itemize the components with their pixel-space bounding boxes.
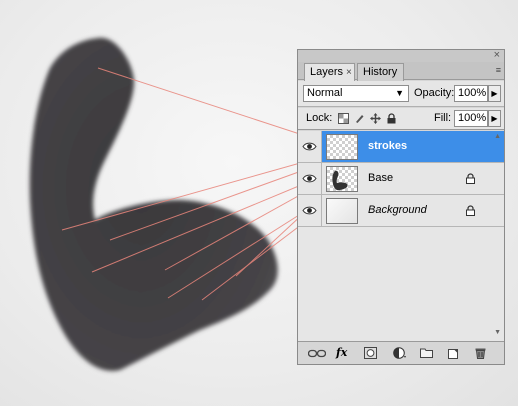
blend-mode-value: Normal [307, 87, 343, 99]
layers-list: strokes Base Background ▲ ▼ [298, 131, 504, 341]
visibility-toggle[interactable] [298, 163, 322, 194]
visibility-toggle[interactable] [298, 131, 322, 162]
eye-icon [302, 206, 317, 215]
visibility-toggle[interactable] [298, 195, 322, 226]
lock-label: Lock: [306, 112, 333, 124]
link-layers-icon[interactable] [308, 349, 326, 358]
folder-icon[interactable] [420, 347, 433, 358]
layer-thumbnail-transparent [326, 134, 358, 160]
lock-all-icon[interactable] [386, 113, 397, 124]
layer-name: strokes [368, 140, 408, 152]
scroll-down-icon[interactable]: ▼ [494, 329, 501, 336]
fill-slider-arrow-icon[interactable]: ▶ [488, 110, 501, 127]
tab-history-label: History [363, 66, 398, 78]
fill-label: Fill: [434, 112, 452, 124]
scroll-up-icon[interactable]: ▲ [494, 133, 501, 140]
tab-close-icon[interactable]: × [346, 67, 352, 78]
layer-thumbnail-white [326, 198, 358, 224]
lock-transparent-pixels-icon[interactable] [338, 113, 349, 124]
fill-input[interactable]: 100% [454, 110, 488, 127]
tab-history[interactable]: History [357, 63, 404, 81]
dropdown-caret-icon: ▼ [395, 88, 404, 98]
layer-thumbnail-shape [326, 166, 358, 192]
new-layer-icon[interactable] [448, 347, 459, 359]
layer-row-base[interactable]: Base [298, 163, 504, 195]
tab-layers[interactable]: Layers × [304, 63, 355, 81]
layer-name: Base [368, 172, 394, 184]
panel-title-bar[interactable]: × [298, 49, 504, 62]
lock-image-pixels-icon[interactable] [354, 113, 365, 124]
opacity-slider-arrow-icon[interactable]: ▶ [488, 85, 501, 102]
trash-icon[interactable] [475, 347, 486, 359]
layer-name: Background [368, 204, 427, 216]
layer-style-fx-icon[interactable]: fx [336, 347, 347, 359]
blend-options-row: Normal ▼ Opacity: 100% ▶ [298, 81, 504, 107]
panel-tab-bar: Layers × History ≡ [298, 62, 504, 81]
opacity-input[interactable]: 100% [454, 85, 488, 102]
layer-row-background[interactable]: Background [298, 195, 504, 227]
adjustment-layer-icon[interactable] [393, 347, 407, 359]
eye-icon [302, 174, 317, 183]
panel-menu-icon[interactable]: ≡ [496, 65, 501, 75]
eye-icon [302, 142, 317, 151]
panel-bottom-toolbar: fx [298, 341, 504, 364]
opacity-label: Opacity: [414, 87, 455, 99]
panel-close-icon[interactable]: × [494, 49, 500, 61]
tab-layers-label: Layers [310, 66, 344, 78]
layer-row-strokes[interactable]: strokes [298, 131, 504, 163]
lock-fill-row: Lock: Fill: 100% ▶ [298, 108, 504, 130]
lock-icon [466, 173, 475, 184]
lock-position-icon[interactable] [370, 113, 381, 124]
layers-panel: × Layers × History ≡ Normal ▼ Opacity: 10… [297, 49, 505, 365]
lock-icon [466, 205, 475, 216]
layer-mask-icon[interactable] [364, 347, 377, 359]
blend-mode-select[interactable]: Normal ▼ [303, 85, 409, 102]
